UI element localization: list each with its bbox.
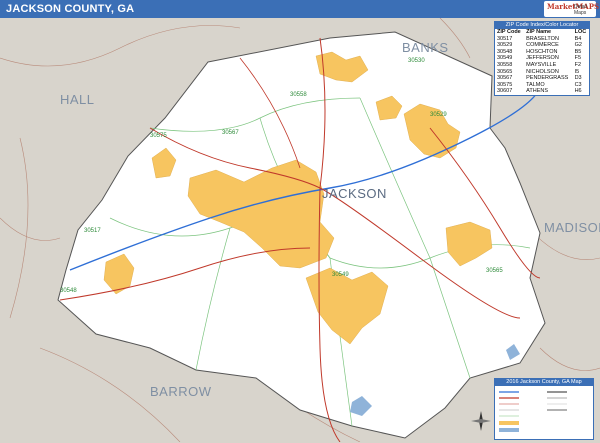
- title-bar: JACKSON COUNTY, GA MarketMAPS Detail Map…: [0, 0, 600, 18]
- zip-loc: B4: [574, 35, 582, 42]
- legend-row: 30548 HOSCHTON B5: [495, 49, 589, 56]
- zip-label: 30549: [332, 272, 349, 278]
- legend-row: 30558 MAYSVILLE F2: [495, 62, 589, 69]
- legend-row: 30549 JEFFERSON F5: [495, 55, 589, 62]
- zip-name: JEFFERSON: [526, 55, 559, 62]
- zip-label: 30558: [290, 92, 307, 98]
- zip-loc: B5: [574, 48, 582, 55]
- zip-label: 30517: [84, 228, 101, 234]
- info-box-title: 2016 Jackson County, GA Map: [495, 379, 593, 386]
- zip-label: 30529: [430, 112, 447, 118]
- zip-name: COMMERCE: [526, 42, 559, 49]
- zip-name: NICHOLSON: [526, 68, 559, 75]
- zip-name: HOSCHTON: [526, 48, 558, 55]
- legend-header-row: ZIP Code ZIP Name LOC: [495, 29, 589, 36]
- zip-code: 30565: [497, 68, 513, 75]
- legend-row: 30517 BRASELTON B4: [495, 36, 589, 43]
- compass-rose-icon: [471, 411, 491, 431]
- zip-loc: F2: [574, 61, 581, 68]
- zip-code-legend: ZIP Code Index/Color Locator ZIP Code ZI…: [494, 21, 590, 96]
- neighbor-label-west: HALL: [60, 92, 95, 107]
- zip-code: 30529: [497, 42, 513, 49]
- neighbor-label-south: BARROW: [150, 384, 212, 399]
- zip-label: 30548: [60, 288, 77, 294]
- zip-code: 30558: [497, 61, 513, 68]
- legend-column-header: ZIP Code: [497, 29, 521, 35]
- zip-name: TALMO: [526, 81, 545, 88]
- neighbor-label-east: MADISON: [544, 220, 600, 235]
- zip-label: 30567: [222, 130, 239, 136]
- zip-code: 30575: [497, 81, 513, 88]
- county-label: JACKSON: [322, 186, 387, 201]
- page-title: JACKSON COUNTY, GA: [6, 3, 135, 15]
- legend-row: 30607 ATHENS H6: [495, 88, 589, 95]
- zip-loc: C3: [574, 81, 582, 88]
- legend-row: 30567 PENDERGRASS D3: [495, 75, 589, 82]
- zip-loc: G2: [574, 42, 582, 49]
- legend-column-header: LOC: [574, 29, 587, 35]
- zip-name: MAYSVILLE: [526, 61, 557, 68]
- zip-code: 30607: [497, 88, 513, 95]
- neighbor-label-north: BANKS: [402, 40, 449, 55]
- zip-code: 30549: [497, 55, 513, 62]
- zip-code: 30567: [497, 75, 513, 82]
- legend-column-header: ZIP Name: [526, 29, 552, 35]
- zip-name: PENDERGRASS: [526, 75, 569, 82]
- zip-name: BRASELTON: [526, 35, 559, 42]
- map-info-box: 2016 Jackson County, GA Map: [494, 378, 594, 440]
- legend-title: ZIP Code Index/Color Locator: [495, 22, 589, 29]
- zip-label: 30575: [150, 133, 167, 139]
- zip-label: 30565: [486, 268, 503, 274]
- brand-logo: MarketMAPS Detail Maps: [544, 1, 599, 17]
- zip-loc: F5: [574, 55, 581, 62]
- legend-row: 30575 TALMO C3: [495, 82, 589, 89]
- legend-row: 30529 COMMERCE G2: [495, 42, 589, 49]
- zip-loc: H6: [574, 88, 582, 95]
- zip-code: 30517: [497, 35, 513, 42]
- legend-table: ZIP Code ZIP Name LOC 30517 BRASELTON B4 3…: [495, 29, 589, 95]
- zip-label: 30530: [408, 58, 425, 64]
- zip-loc: I5: [574, 68, 580, 75]
- zip-loc: D3: [574, 75, 582, 82]
- zip-name: ATHENS: [526, 88, 549, 95]
- map-key-graphic: [499, 391, 567, 432]
- legend-row: 30565 NICHOLSON I5: [495, 69, 589, 76]
- brand-logo-subtext: Detail Maps: [574, 4, 587, 16]
- zip-code: 30548: [497, 48, 513, 55]
